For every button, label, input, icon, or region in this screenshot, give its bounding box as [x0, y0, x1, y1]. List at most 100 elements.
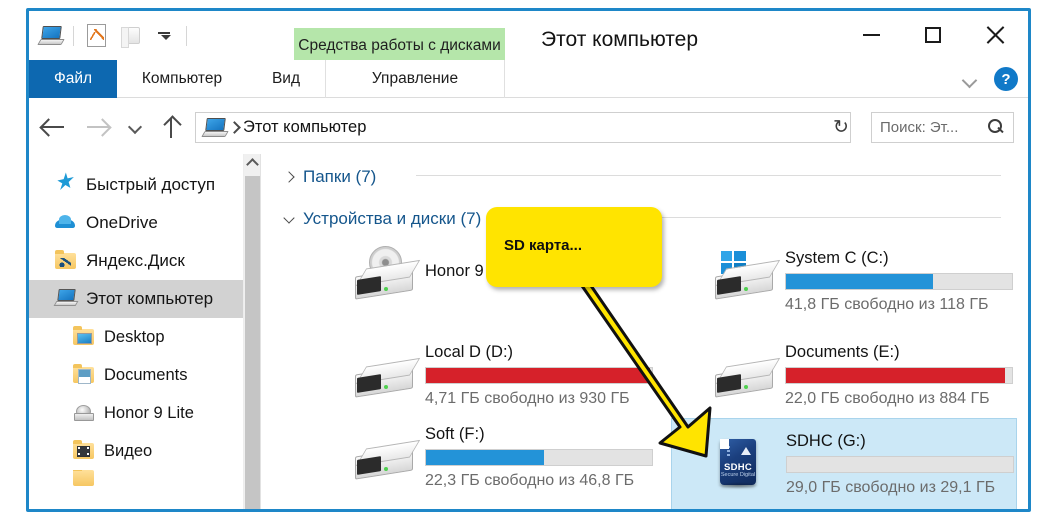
search-icon[interactable]: [988, 119, 1005, 136]
search-placeholder: Поиск: Эт...: [880, 119, 959, 136]
tab-manage[interactable]: Управление: [325, 60, 505, 98]
this-pc-icon: [53, 289, 79, 309]
hard-drive-icon: [355, 357, 421, 400]
sidebar-item-documents[interactable]: Documents: [29, 356, 243, 394]
folder-icon: [73, 470, 95, 486]
sidebar-item-label: Этот компьютер: [86, 289, 214, 308]
drive-free-space: 41,8 ГБ свободно из 118 ГБ: [785, 296, 989, 313]
chevron-down-icon: [283, 212, 296, 226]
drive-name: SDHC (G:): [786, 432, 866, 450]
sidebar-item-label: Documents: [104, 365, 188, 384]
tab-view[interactable]: Вид: [247, 60, 325, 98]
drive-usage-bar: [785, 273, 1013, 290]
refresh-button[interactable]: ↻: [826, 112, 856, 143]
navigation-pane: Быстрый доступ OneDrive Яндекс.Диск Этот…: [29, 154, 243, 509]
title-bar: Средства работы с дисками Этот компьютер: [29, 11, 1028, 63]
sidebar-item-desktop[interactable]: Desktop: [29, 318, 243, 356]
toolbar-divider: [73, 25, 74, 46]
group-header-label: Устройства и диски (7): [303, 209, 482, 228]
back-button[interactable]: [32, 110, 74, 144]
sidebar-item-quick-access[interactable]: Быстрый доступ: [29, 166, 243, 204]
drive-name: System C (C:): [785, 249, 889, 267]
yandex-disk-folder-icon: [55, 250, 77, 271]
drive-usage-bar: [785, 367, 1013, 384]
properties-icon[interactable]: [79, 21, 113, 51]
contextual-tab-group-drive-tools: Средства работы с дисками: [294, 28, 505, 63]
navigation-scrollbar[interactable]: [243, 154, 261, 509]
address-field[interactable]: Этот компьютер: [195, 112, 851, 143]
scroll-up-button[interactable]: [244, 154, 261, 172]
group-header-devices-and-drives[interactable]: Устройства и диски (7): [283, 209, 481, 229]
drive-free-space: 22,0 ГБ свободно из 884 ГБ: [785, 390, 990, 407]
tab-file[interactable]: Файл: [29, 60, 117, 98]
address-bar: Этот компьютер ↻ Поиск: Эт...: [29, 99, 1028, 154]
drive-usage-fill: [426, 450, 544, 465]
up-button[interactable]: [151, 110, 191, 144]
breadcrumb[interactable]: Этот компьютер: [243, 118, 366, 137]
group-header-folders[interactable]: Папки (7): [283, 167, 376, 187]
annotation-callout-text: SD карта...: [504, 237, 583, 254]
tab-file-label: Файл: [53, 70, 93, 87]
group-header-label: Папки (7): [303, 167, 377, 186]
sidebar-item-honor-9-lite[interactable]: Honor 9 Lite: [29, 394, 243, 432]
ribbon-tab-strip: Файл Компьютер Вид Управление ?: [29, 60, 1028, 98]
search-input[interactable]: Поиск: Эт...: [871, 112, 1014, 143]
drive-tile-documents-e[interactable]: Documents (E:) 22,0 ГБ свободно из 884 Г…: [707, 336, 1017, 416]
this-pc-icon: [201, 118, 229, 137]
tab-computer-label: Компьютер: [141, 70, 223, 87]
sidebar-item-this-pc[interactable]: Этот компьютер: [29, 280, 243, 318]
drive-tile-soft-f[interactable]: Soft (F:) 22,3 ГБ свободно из 46,8 ГБ: [347, 418, 657, 498]
drive-tile-system-c[interactable]: System C (C:) 41,8 ГБ свободно из 118 ГБ: [707, 242, 1017, 322]
annotation-callout: SD карта...: [486, 207, 662, 287]
documents-folder-icon: [73, 364, 95, 385]
window-controls: [840, 14, 1026, 56]
arrow-right-icon: [86, 118, 110, 136]
new-folder-icon[interactable]: [113, 21, 147, 51]
optical-drive-icon: [355, 246, 421, 302]
drive-tile-local-d[interactable]: Local D (D:) 4,71 ГБ свободно из 930 ГБ: [347, 336, 657, 416]
tab-computer[interactable]: Компьютер: [117, 60, 247, 98]
drive-usage-fill: [426, 368, 650, 383]
sidebar-item-video[interactable]: Видео: [29, 432, 243, 470]
help-button[interactable]: ?: [994, 67, 1018, 91]
sidebar-item-yandex-disk[interactable]: Яндекс.Диск: [29, 242, 243, 280]
screenshot-root: Средства работы с дисками Этот компьютер…: [0, 0, 1039, 520]
this-pc-icon[interactable]: [34, 21, 68, 51]
window-title: Этот компьютер: [541, 28, 699, 51]
drive-tile-sdhc-g[interactable]: SDHC Secure Digital SDHC (G:) 29,0 ГБ св…: [671, 418, 1017, 509]
recent-locations-button[interactable]: [121, 110, 149, 144]
refresh-icon: ↻: [833, 117, 849, 138]
arrow-left-icon: [41, 118, 65, 136]
close-button[interactable]: [964, 14, 1026, 56]
quick-access-toolbar: [29, 11, 192, 60]
drive-usage-bar: [425, 449, 653, 466]
sidebar-item-onedrive[interactable]: OneDrive: [29, 204, 243, 242]
drive-usage-fill: [786, 274, 933, 289]
sd-card-icon: SDHC Secure Digital: [717, 438, 759, 489]
sidebar-item-label: Быстрый доступ: [86, 175, 216, 194]
customize-dropdown-icon[interactable]: [147, 21, 181, 51]
windows-system-drive-icon: [715, 251, 781, 302]
sidebar-item-partial[interactable]: [29, 470, 243, 486]
maximize-button[interactable]: [902, 14, 964, 56]
sd-card-sublabel: Secure Digital: [720, 472, 756, 478]
hard-drive-icon: [355, 439, 421, 482]
sidebar-item-label: Яндекс.Диск: [86, 251, 185, 270]
ribbon-right-controls: ?: [960, 60, 1022, 98]
tab-manage-label: Управление: [371, 70, 459, 87]
star-icon: [55, 175, 77, 195]
video-folder-icon: [73, 440, 95, 461]
drive-name: Documents (E:): [785, 343, 900, 361]
drive-free-space: 4,71 ГБ свободно из 930 ГБ: [425, 390, 630, 407]
sidebar-item-label: Honor 9 Lite: [104, 403, 194, 422]
scrollbar-thumb[interactable]: [245, 176, 260, 509]
drive-usage-bar: [786, 456, 1014, 473]
chevron-down-icon[interactable]: [960, 68, 982, 90]
drive-name: Local D (D:): [425, 343, 514, 361]
minimize-button[interactable]: [840, 14, 902, 56]
arrow-up-icon: [161, 116, 181, 138]
chevron-down-icon: [127, 119, 143, 135]
forward-button[interactable]: [77, 110, 119, 144]
tab-view-label: Вид: [271, 70, 301, 87]
breadcrumb-separator-icon[interactable]: [225, 118, 243, 138]
